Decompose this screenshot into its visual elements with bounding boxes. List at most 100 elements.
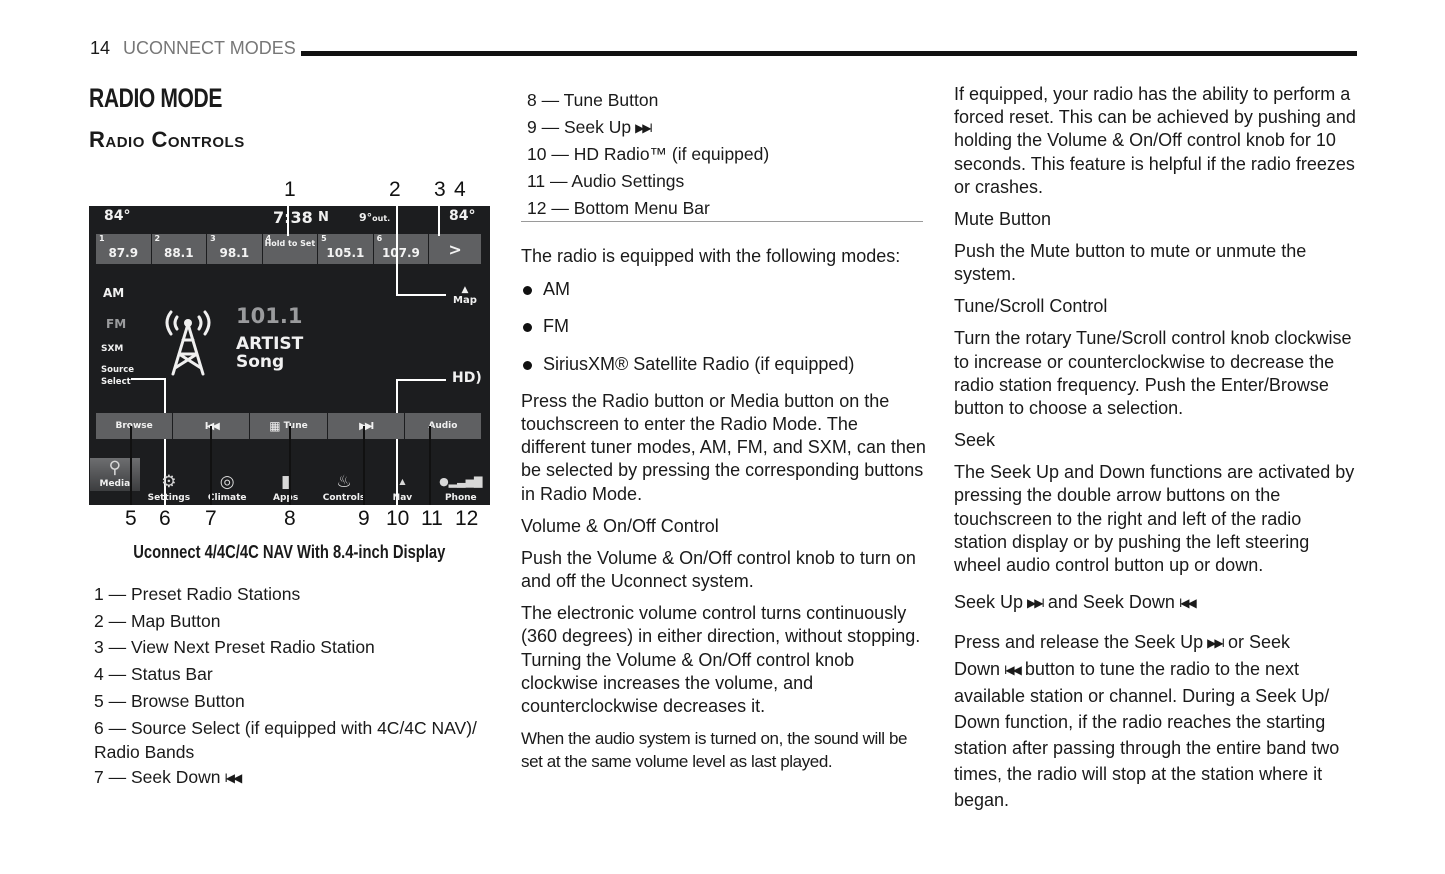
callout-9: 9 — [358, 507, 370, 530]
column-right: If equipped, your radio has the ability … — [954, 83, 1359, 813]
legend-item: 11 — Audio Settings — [527, 171, 685, 192]
leader-line-10a — [396, 379, 446, 381]
leader-line-7 — [210, 426, 212, 505]
seek-heading: Seek — [954, 430, 996, 451]
subsection-title: Radio Controls — [89, 127, 245, 152]
menu-apps[interactable]: ▮ Apps — [256, 456, 314, 505]
band-fm[interactable]: FM — [106, 317, 126, 331]
band-sxm[interactable]: SXM — [101, 344, 123, 354]
preset-5[interactable]: 5 105.1 — [318, 234, 373, 264]
leader-line-2 — [396, 206, 398, 295]
mode-item: SiriusXM® Satellite Radio (if equipped) — [521, 353, 926, 376]
preset-4[interactable]: 4 Hold to Set — [262, 234, 318, 264]
mute-heading: Mute Button — [954, 209, 1052, 230]
figure-legend: 1 — Preset Radio Stations 2 — Map Button… — [94, 581, 494, 791]
gear-icon: ⚙ — [161, 472, 177, 492]
volume-paragraph-1: Push the Volume & On/Off control knob to… — [521, 547, 916, 592]
audio-button[interactable]: Audio — [404, 413, 482, 439]
map-button[interactable]: ▲ Map — [453, 285, 477, 307]
chevron-right-icon: > — [448, 240, 462, 259]
page-number: 14 — [90, 38, 111, 58]
seek-up-icon: ▶▶I — [1207, 636, 1225, 651]
menu-settings[interactable]: ⚙ Settings — [140, 456, 198, 505]
preset-bar: 1 87.9 2 88.1 3 98.1 4 Hold to Set 5 105.1 61… — [96, 234, 481, 264]
seek-up-down-paragraph: Press and release the Seek Up ▶▶I or Seek… — [954, 632, 1340, 811]
legend-item: 5 — Browse Button — [94, 690, 245, 711]
leader-line-3 — [438, 206, 440, 236]
hd-radio-icon[interactable]: HD) — [452, 370, 482, 386]
clock: 7:38 — [273, 208, 313, 227]
seat-icon: ♨ — [336, 472, 352, 492]
callout-11: 11 — [421, 507, 443, 530]
callout-6: 6 — [159, 507, 171, 530]
preset-2[interactable]: 2 88.1 — [151, 234, 207, 264]
leader-line-5 — [130, 426, 132, 505]
legend-item: 6 — Source Select (if equipped with 4C/4… — [94, 717, 477, 762]
header-rule — [301, 51, 1357, 56]
callout-4: 4 — [454, 178, 466, 201]
figure-caption: Uconnect 4/4C/4C NAV With 8.4-inch Displ… — [133, 542, 446, 562]
page-title: RADIO MODE — [89, 83, 222, 113]
source-select[interactable]: Source Select — [101, 364, 141, 388]
callout-5: 5 — [125, 507, 137, 530]
reset-paragraph: If equipped, your radio has the ability … — [954, 84, 1356, 197]
seek-up-down-heading: Seek Up ▶▶I and Seek Down I◀◀ — [954, 592, 1197, 613]
preset-6[interactable]: 6 107.9 — [373, 234, 429, 264]
preset-3[interactable]: 3 98.1 — [207, 234, 262, 264]
outside-temp: 9°out. — [359, 211, 391, 224]
station-song: Song — [236, 352, 285, 372]
compass: N — [318, 210, 329, 225]
callout-2: 2 — [389, 178, 401, 201]
volume-paragraph-3: When the audio system is turned on, the … — [521, 729, 908, 772]
next-preset-button[interactable]: > — [429, 234, 481, 264]
legend-item: 4 — Status Bar — [94, 664, 213, 685]
callout-12: 12 — [455, 507, 479, 530]
leader-line-8 — [289, 426, 291, 505]
mode-item: FM — [521, 315, 926, 338]
nav-icon: ▲ — [399, 477, 406, 486]
map-arrow-icon: ▲ — [461, 285, 469, 295]
temp-left: 84° — [104, 208, 131, 224]
phone-signal-icon: ●▂▃▅▇ — [439, 475, 483, 488]
callout-7: 7 — [205, 507, 217, 530]
modes-list: AM FM SiriusXM® Satellite Radio (if equi… — [521, 278, 926, 376]
callout-10: 10 — [386, 507, 410, 530]
menu-nav[interactable]: ▲ Nav — [373, 456, 431, 505]
climate-icon: ◎ — [219, 472, 235, 492]
tune-scroll-paragraph: Turn the rotary Tune/Scroll control knob… — [954, 328, 1352, 419]
column-middle: The radio is equipped with the following… — [521, 245, 926, 774]
menu-climate[interactable]: ◎ Climate — [198, 456, 256, 505]
uconnect-screen-figure: 84° 7:38 N 9°out. 84° 1 87.9 2 88.1 3 98.1 … — [89, 206, 490, 505]
radio-mode-paragraph: Press the Radio button or Media button o… — [521, 390, 926, 504]
legend-divider — [521, 221, 923, 222]
callout-3: 3 — [434, 178, 446, 201]
temp-right: 84° — [449, 208, 476, 224]
seek-down-icon: I◀◀ — [1178, 596, 1197, 611]
leader-line-11 — [429, 426, 431, 505]
station-frequency: 101.1 — [236, 304, 303, 328]
leader-line-6a — [131, 378, 165, 380]
callout-1: 1 — [284, 178, 296, 201]
band-am[interactable]: AM — [103, 286, 124, 300]
seek-up-icon: ▶▶I — [1027, 596, 1045, 611]
volume-heading: Volume & On/Off Control — [521, 515, 719, 536]
legend-item: 3 — View Next Preset Radio Station — [94, 637, 375, 658]
preset-1[interactable]: 1 87.9 — [96, 234, 151, 264]
legend-item: 8 — Tune Button — [527, 90, 659, 110]
seek-down-icon: I◀◀ — [224, 770, 242, 785]
legend-item: 9 — Seek Up ▶▶I — [527, 116, 653, 137]
radio-tower-icon — [165, 310, 211, 376]
seek-up-button[interactable]: ▶▶I — [327, 413, 404, 439]
seek-up-icon: ▶▶I — [635, 120, 653, 135]
keypad-icon: ▦ — [269, 419, 281, 433]
menu-phone[interactable]: ●▂▃▅▇ Phone — [432, 456, 490, 505]
menu-media[interactable]: ⚲ Media — [90, 458, 140, 491]
volume-paragraph-2: The electronic volume control turns cont… — [521, 603, 921, 717]
leader-line-2b — [396, 294, 446, 296]
modes-intro: The radio is equipped with the following… — [521, 246, 901, 266]
seek-paragraph: The Seek Up and Down functions are activ… — [954, 462, 1355, 576]
mute-paragraph: Push the Mute button to mute or unmute t… — [954, 241, 1307, 285]
legend-item: 12 — Bottom Menu Bar — [527, 197, 710, 218]
usb-icon: ⚲ — [108, 458, 122, 478]
browse-button[interactable]: Browse — [96, 413, 173, 439]
